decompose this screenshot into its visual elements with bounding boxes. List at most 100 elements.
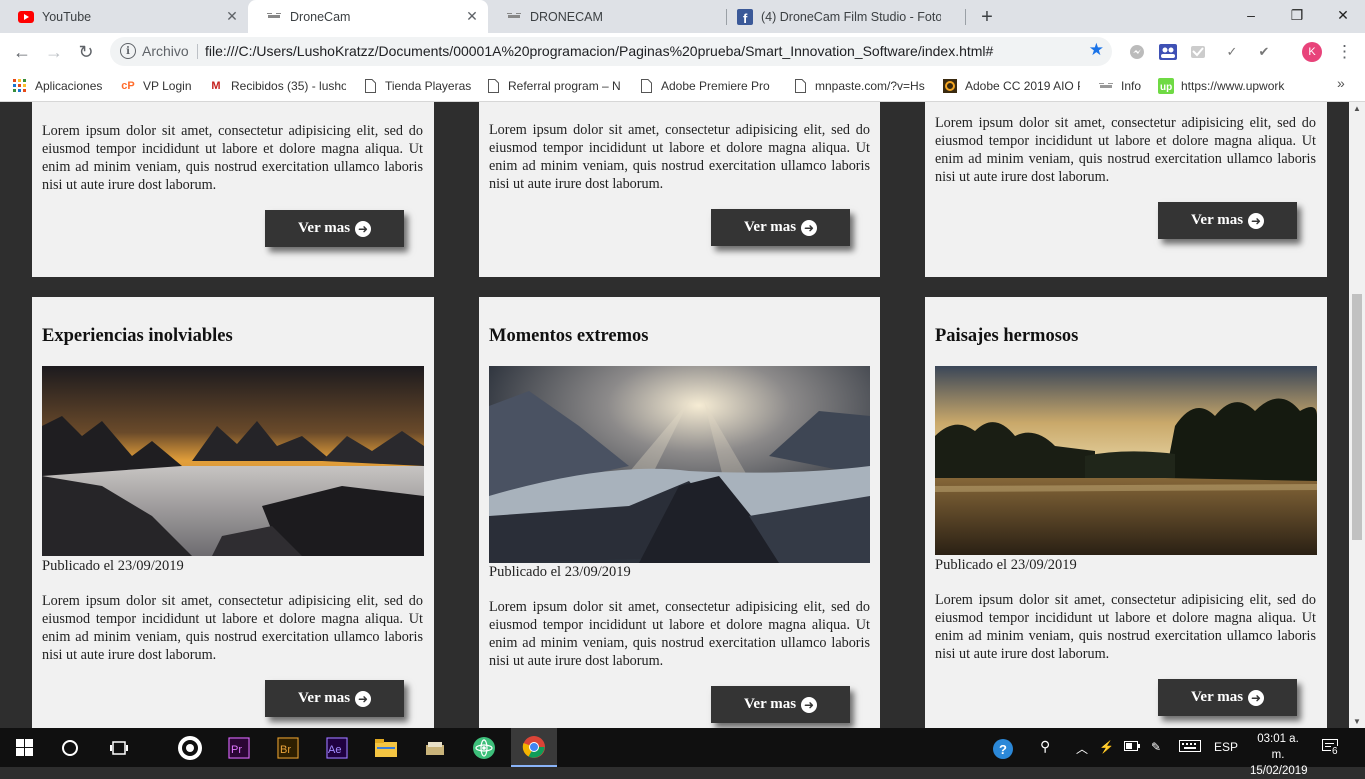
close-tab-icon[interactable]: ✕ [464,8,480,24]
cortana-icon[interactable] [50,728,90,767]
bookmark-label: Referral program – N [508,79,620,93]
ver-mas-button[interactable]: Ver mas ➜ [265,680,404,717]
tab-title: DroneCam [290,9,351,24]
bookmark-label: Recibidos (35) - lusho [231,79,346,93]
show-hidden-icons-chevron-icon[interactable]: ︿ [1076,740,1088,757]
scroll-thumb[interactable] [1352,294,1362,540]
svg-text:up: up [1160,82,1172,93]
windows-start-icon[interactable] [2,728,46,767]
button-label: Ver mas [1190,689,1244,705]
card-top-3: Lorem ipsum dolor sit amet, consectetur … [925,102,1327,277]
address-bar[interactable]: i Archivo file:///C:/Users/LushoKratzz/D… [110,37,1112,66]
arrow-right-circle-icon: ➜ [1248,689,1265,706]
back-arrow-icon[interactable]: ← [10,40,34,64]
profile-avatar[interactable]: K [1302,42,1322,62]
menu-kebab-icon[interactable]: ⋮ [1336,42,1353,62]
tab-title: (4) DroneCam Film Studio - Foto [761,9,941,24]
taskbar-clock[interactable]: 03:01 a. m. 15/02/2019 [1250,731,1308,779]
bridge-icon[interactable]: Br [268,728,308,767]
card-image-jungle-river [935,366,1317,555]
folder-app-icon[interactable] [415,728,455,767]
task-view-icon[interactable] [99,728,139,767]
new-tab-button[interactable]: + [977,6,997,29]
vertical-scrollbar[interactable]: ▲ ▼ [1349,102,1365,728]
close-window-button[interactable]: ✕ [1320,0,1365,30]
bookmark-item[interactable]: mnpaste.com/?v=Hs [792,77,927,95]
tab-dronecam-2[interactable]: DRONECAM [488,0,726,33]
bookmark-label: https://www.upwork [1181,79,1285,93]
after-effects-icon[interactable]: Ae [317,728,357,767]
publish-date: Publicado el 23/09/2019 [42,558,184,574]
ver-mas-button[interactable]: Ver mas ➜ [711,686,850,723]
tab-youtube[interactable]: YouTube ✕ [0,0,248,33]
pen-icon[interactable]: ✎ [1151,740,1161,754]
button-label: Ver mas [1190,212,1244,228]
page-icon [792,78,808,94]
button-label: Ver mas [743,696,797,712]
button-label: Ver mas [297,690,351,706]
bookmark-item[interactable]: Info [1098,77,1148,95]
reload-icon[interactable]: ↻ [74,40,98,64]
close-tab-icon[interactable]: ✕ [224,8,240,24]
youtube-icon [18,9,34,25]
bookmark-item[interactable]: Aplicaciones [12,77,112,95]
upwork-icon: up [1158,78,1174,94]
page-icon [638,78,654,94]
svg-text:?: ? [999,742,1007,757]
atom-icon[interactable] [464,728,504,767]
people-icon[interactable]: ⚲ [1040,738,1050,755]
ver-mas-button[interactable]: Ver mas ➜ [1158,679,1297,716]
premiere-icon[interactable]: Pr [219,728,259,767]
help-tray-icon[interactable]: ? [992,738,1014,763]
bookmark-item[interactable]: M Recibidos (35) - lusho [208,77,346,95]
forward-arrow-icon[interactable]: → [42,40,66,64]
keyboard-icon[interactable] [1179,740,1201,755]
bookmark-item[interactable]: Adobe CC 2019 AIO P [942,77,1080,95]
bookmark-item[interactable]: Referral program – N [485,77,620,95]
ver-mas-button[interactable]: Ver mas ➜ [711,209,850,246]
scroll-up-icon[interactable]: ▲ [1353,104,1361,113]
bookmark-item[interactable]: cP VP Login [120,77,200,95]
minimize-button[interactable]: – [1228,0,1274,30]
scroll-down-icon[interactable]: ▼ [1353,717,1361,726]
inbox-extension-icon[interactable] [1188,42,1208,62]
site-info-icon[interactable]: i [120,43,136,59]
tab-dronecam[interactable]: DroneCam ✕ [248,0,488,33]
battery-icon[interactable] [1124,740,1140,754]
bookmark-label: Tienda Playeras [385,79,472,93]
tab-separator [965,9,966,25]
restore-button[interactable]: ❐ [1274,0,1320,30]
bookmark-star-icon[interactable]: ★ [1089,40,1104,60]
language-indicator[interactable]: ESP [1214,740,1238,754]
url-text[interactable]: file:///C:/Users/LushoKratzz/Documents/0… [205,43,993,59]
card-description: Lorem ipsum dolor sit amet, consectetur … [42,593,423,663]
check-extension-icon[interactable]: ✓ [1222,42,1242,62]
clock-date: 15/02/2019 [1250,765,1308,777]
notification-count: 6 [1331,746,1339,757]
bookmark-item[interactable]: Adobe Premiere Pro C [638,77,773,95]
checkmark-extension-icon[interactable]: ✔ [1254,42,1274,62]
bookmark-label: Aplicaciones [35,79,103,93]
card-top-2: Lorem ipsum dolor sit amet, consectetur … [479,102,880,277]
card-top-1: Lorem ipsum dolor sit amet, consectetur … [32,102,434,277]
file-explorer-icon[interactable] [366,728,406,767]
teams-extension-icon[interactable] [1158,42,1178,62]
more-bookmarks-chevron-icon[interactable]: » [1337,75,1345,91]
network-icon[interactable]: ⚡ [1099,740,1114,754]
chrome-icon[interactable] [511,728,557,767]
card-description: Lorem ipsum dolor sit amet, consectetur … [489,599,870,669]
action-center-icon[interactable]: 6 [1322,738,1340,757]
bookmark-item[interactable]: Tienda Playeras [362,77,472,95]
messenger-extension-icon[interactable] [1127,42,1147,62]
tab-facebook[interactable]: f (4) DroneCam Film Studio - Foto [727,0,965,33]
bookmark-label: Adobe CC 2019 AIO P [965,79,1080,93]
ver-mas-button[interactable]: Ver mas ➜ [265,210,404,247]
tab-title: DRONECAM [530,9,603,24]
svg-text:Pr: Pr [231,744,242,756]
arrow-right-circle-icon: ➜ [1248,212,1265,229]
ver-mas-button[interactable]: Ver mas ➜ [1158,202,1297,239]
bookmark-item[interactable]: up https://www.upwork [1158,77,1293,95]
card-momentos: Momentos extremos Publicado el 23/09/201… [479,297,880,728]
page-viewport: Lorem ipsum dolor sit amet, consectetur … [0,102,1349,728]
obs-icon[interactable] [170,728,210,767]
